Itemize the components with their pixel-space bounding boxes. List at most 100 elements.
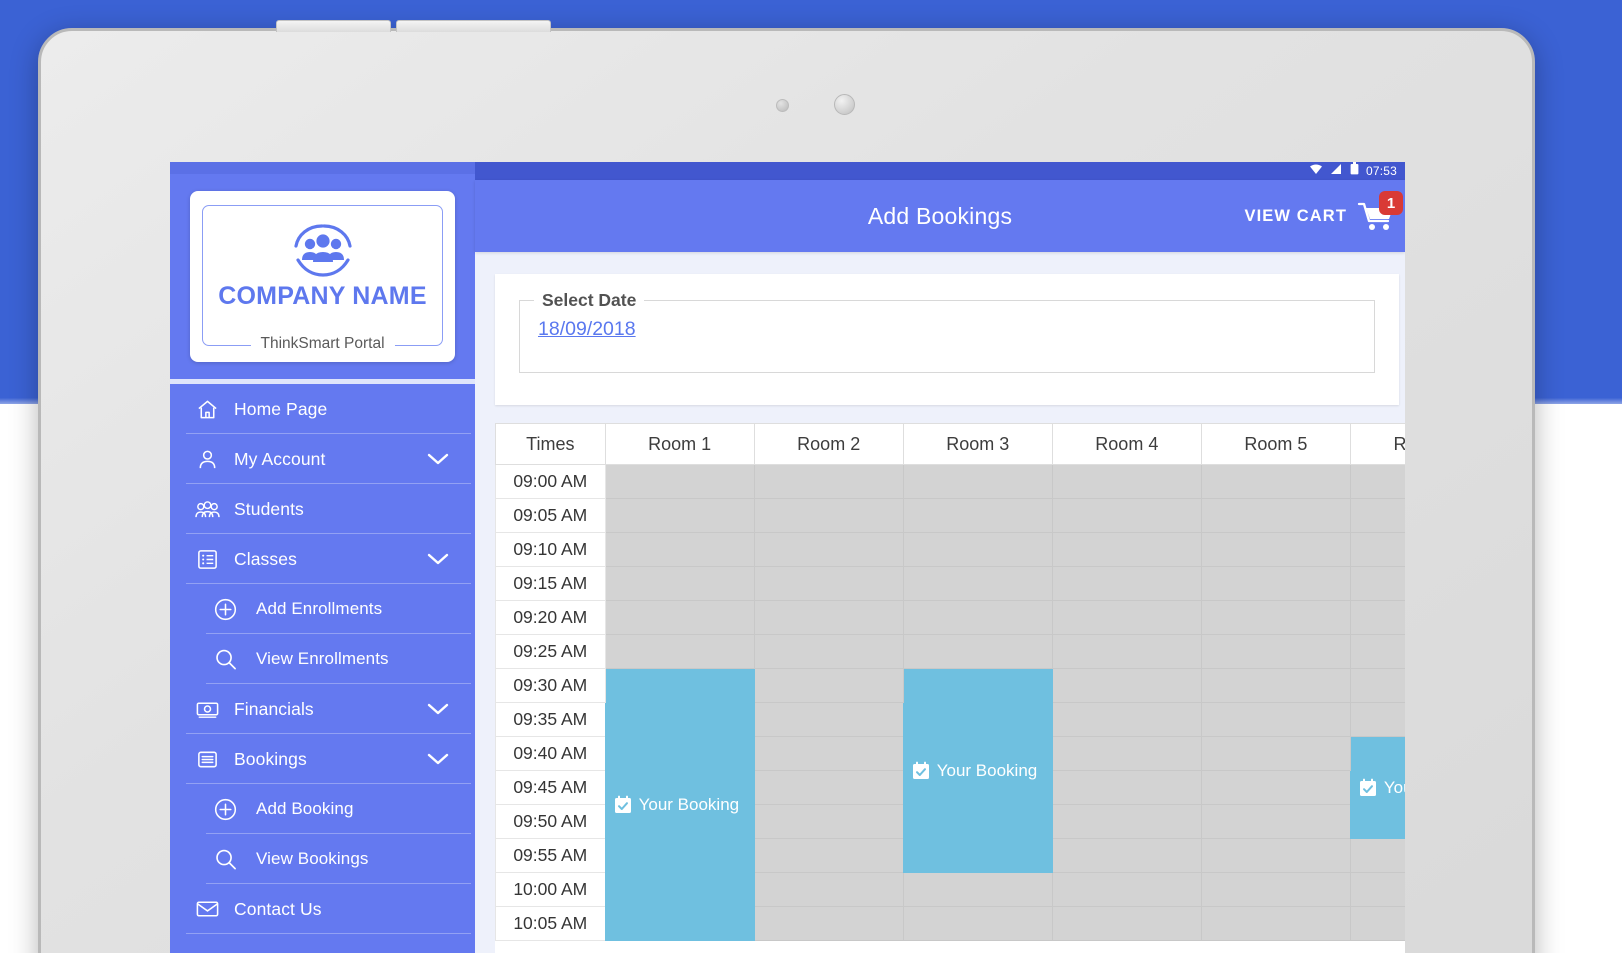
schedule-slot[interactable] bbox=[753, 532, 904, 567]
sidebar-item-view-bookings[interactable]: View Bookings bbox=[170, 834, 475, 884]
chevron-down-icon[interactable] bbox=[427, 752, 449, 766]
schedule-slot[interactable] bbox=[1349, 634, 1405, 669]
schedule-slot[interactable] bbox=[1200, 532, 1351, 567]
schedule-slot[interactable] bbox=[604, 532, 755, 567]
schedule-slot[interactable] bbox=[1051, 600, 1202, 635]
schedule-slot[interactable] bbox=[1051, 906, 1202, 941]
schedule-slot[interactable] bbox=[902, 498, 1053, 533]
schedule-slot[interactable] bbox=[902, 566, 1053, 601]
schedule-slot[interactable] bbox=[902, 464, 1053, 499]
schedule-slot[interactable] bbox=[1200, 702, 1351, 737]
schedule-slot[interactable] bbox=[902, 532, 1053, 567]
schedule-slot[interactable] bbox=[1349, 838, 1405, 873]
schedule-slot[interactable] bbox=[604, 634, 755, 669]
schedule-slot[interactable] bbox=[1051, 634, 1202, 669]
calendar-check-icon bbox=[912, 761, 929, 779]
sidebar-item-financials[interactable]: Financials bbox=[170, 684, 475, 734]
schedule-slot[interactable] bbox=[902, 600, 1053, 635]
schedule-slot[interactable] bbox=[753, 906, 904, 941]
schedule-time-label: 09:25 AM bbox=[495, 634, 606, 669]
schedule-slot[interactable] bbox=[1200, 634, 1351, 669]
sidebar-item-bookings[interactable]: Bookings bbox=[170, 734, 475, 784]
schedule-slot[interactable] bbox=[1051, 464, 1202, 499]
schedule-slot[interactable] bbox=[753, 464, 904, 499]
schedule-slot[interactable] bbox=[1200, 872, 1351, 907]
schedule-slot[interactable] bbox=[753, 770, 904, 805]
schedule-slot[interactable] bbox=[1200, 906, 1351, 941]
sidebar-item-view-enrollments[interactable]: View Enrollments bbox=[170, 634, 475, 684]
chevron-down-icon[interactable] bbox=[427, 452, 449, 466]
schedule-slot[interactable] bbox=[1200, 838, 1351, 873]
schedule-slot[interactable] bbox=[604, 498, 755, 533]
sidebar-item-students[interactable]: Students bbox=[170, 484, 475, 534]
sidebar-item-contact-us[interactable]: Contact Us bbox=[170, 884, 475, 934]
schedule-slot[interactable] bbox=[1200, 498, 1351, 533]
schedule-slot[interactable] bbox=[753, 736, 904, 771]
schedule-table: TimesRoom 1Room 2Room 3Room 4Room 5Room … bbox=[495, 423, 1405, 941]
schedule-slot[interactable] bbox=[1349, 498, 1405, 533]
sidebar-item-add-enrollments[interactable]: Add Enrollments bbox=[170, 584, 475, 634]
schedule-time-label: 09:40 AM bbox=[495, 736, 606, 771]
schedule-slot[interactable] bbox=[1349, 702, 1405, 737]
schedule-slot[interactable] bbox=[1349, 906, 1405, 941]
booking-block[interactable]: Your Booking bbox=[902, 668, 1053, 873]
plus-circle-icon bbox=[210, 797, 240, 822]
schedule-slot[interactable] bbox=[1051, 872, 1202, 907]
schedule-slot[interactable] bbox=[902, 634, 1053, 669]
schedule-slot[interactable] bbox=[1051, 532, 1202, 567]
schedule-slot[interactable] bbox=[1051, 770, 1202, 805]
schedule-slot[interactable] bbox=[1200, 736, 1351, 771]
booking-block[interactable]: Your Booking bbox=[1349, 736, 1405, 839]
schedule-slot[interactable] bbox=[753, 668, 904, 703]
schedule-slot[interactable] bbox=[753, 566, 904, 601]
schedule-slot[interactable] bbox=[1349, 464, 1405, 499]
schedule-slot[interactable] bbox=[753, 634, 904, 669]
cart-icon-wrap[interactable]: 1 bbox=[1357, 191, 1403, 233]
schedule-slot[interactable] bbox=[1051, 566, 1202, 601]
schedule-slot[interactable] bbox=[604, 566, 755, 601]
chevron-down-icon[interactable] bbox=[427, 702, 449, 716]
schedule-slot[interactable] bbox=[753, 702, 904, 737]
schedule-slot[interactable] bbox=[1200, 464, 1351, 499]
calendar-check-icon bbox=[1359, 778, 1376, 796]
schedule-slot[interactable] bbox=[753, 498, 904, 533]
schedule-slot[interactable] bbox=[1200, 770, 1351, 805]
schedule-slot[interactable] bbox=[902, 906, 1053, 941]
sidebar-item-home-page[interactable]: Home Page bbox=[170, 384, 475, 434]
schedule-slot[interactable] bbox=[753, 838, 904, 873]
schedule-slot[interactable] bbox=[1349, 668, 1405, 703]
schedule-slot[interactable] bbox=[604, 464, 755, 499]
chevron-down-icon[interactable] bbox=[427, 552, 449, 566]
schedule-time-label: 10:05 AM bbox=[495, 906, 606, 941]
schedule-slot[interactable] bbox=[753, 600, 904, 635]
schedule-slot[interactable] bbox=[1200, 804, 1351, 839]
sidebar-item-classes[interactable]: Classes bbox=[170, 534, 475, 584]
company-logo-border: COMPANY NAME ThinkSmart Portal bbox=[202, 205, 443, 353]
schedule-slot[interactable] bbox=[1051, 498, 1202, 533]
search-icon bbox=[210, 847, 240, 872]
schedule-slot[interactable] bbox=[1051, 838, 1202, 873]
select-date-input[interactable]: 18/09/2018 bbox=[538, 318, 636, 341]
view-cart-button[interactable]: VIEW CART 1 bbox=[1245, 191, 1403, 233]
schedule-slot[interactable] bbox=[1349, 872, 1405, 907]
schedule-slot[interactable] bbox=[753, 872, 904, 907]
schedule-row: 09:00 AM bbox=[495, 464, 1405, 499]
sidebar-item-add-booking[interactable]: Add Booking bbox=[170, 784, 475, 834]
schedule-slot[interactable] bbox=[1200, 668, 1351, 703]
schedule-col-times: Times bbox=[495, 423, 606, 465]
schedule-slot[interactable] bbox=[753, 804, 904, 839]
sidebar-item-my-account[interactable]: My Account bbox=[170, 434, 475, 484]
schedule-slot[interactable] bbox=[1349, 600, 1405, 635]
schedule-slot[interactable] bbox=[1349, 566, 1405, 601]
schedule-slot[interactable] bbox=[1051, 804, 1202, 839]
schedule-slot[interactable] bbox=[1051, 702, 1202, 737]
schedule-slot[interactable] bbox=[1200, 566, 1351, 601]
schedule-slot[interactable] bbox=[902, 872, 1053, 907]
schedule-slot[interactable] bbox=[1349, 532, 1405, 567]
booking-block[interactable]: Your Booking bbox=[604, 668, 755, 941]
schedule-time-label: 09:20 AM bbox=[495, 600, 606, 635]
schedule-slot[interactable] bbox=[1200, 600, 1351, 635]
schedule-slot[interactable] bbox=[1051, 736, 1202, 771]
schedule-slot[interactable] bbox=[604, 600, 755, 635]
schedule-slot[interactable] bbox=[1051, 668, 1202, 703]
